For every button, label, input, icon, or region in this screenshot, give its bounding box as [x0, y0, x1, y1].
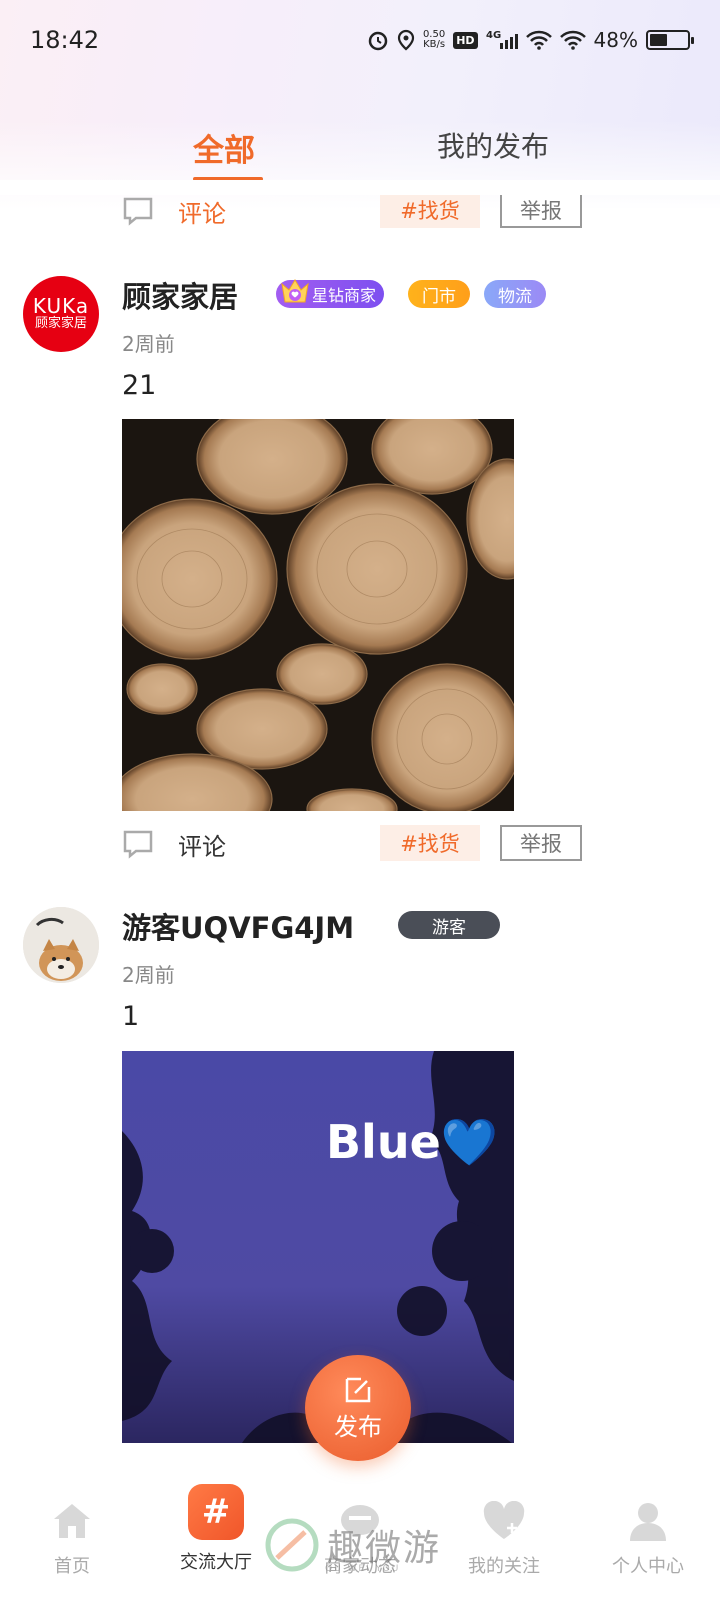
guest-badge: 游客 [398, 911, 500, 939]
username[interactable]: 游客UQVFG4JM [122, 905, 354, 947]
publish-label: 发布 [334, 1412, 382, 1441]
shiba-dog-avatar-image [23, 907, 99, 983]
nav-home[interactable]: 首页 [0, 1484, 144, 1600]
watermark-subtext: QU WEI YOU [325, 1564, 401, 1574]
watermark: 趣微游 QU WEI YOU [265, 1510, 441, 1580]
battery-icon [646, 30, 694, 50]
comment-label[interactable]: 评论 [178, 194, 226, 229]
alarm-icon [367, 29, 389, 51]
location-icon [397, 29, 415, 51]
wifi-icon [525, 30, 552, 50]
network-speed: 0.50 KB/s [423, 30, 445, 50]
nav-label: 个人中心 [612, 1556, 684, 1577]
comment-icon[interactable] [122, 829, 154, 859]
wifi-icon [559, 30, 586, 50]
username[interactable]: 顾家家居 [122, 274, 238, 316]
watermark-logo-icon [265, 1518, 319, 1572]
home-icon [49, 1498, 95, 1544]
avatar[interactable]: KUKa 顾家家居 [23, 276, 99, 352]
log-stack-image [122, 419, 514, 811]
tag-find-goods[interactable]: #找货 [380, 192, 480, 228]
crown-icon [281, 279, 309, 303]
post-image[interactable] [122, 419, 514, 811]
speed-unit: KB/s [423, 39, 446, 50]
star-merchant-badge: 星钻商家 [276, 279, 385, 308]
status-bar: 18:42 0.50 KB/s HD 4G 48% [0, 0, 720, 80]
publish-button[interactable]: 发布 [305, 1355, 411, 1461]
signal-icon: 4G [486, 29, 518, 51]
edit-icon [345, 1377, 371, 1402]
tab-all[interactable]: 全部 [193, 125, 255, 170]
heart-icon [481, 1498, 527, 1544]
tag-find-goods[interactable]: #找货 [380, 825, 480, 861]
nav-label: 我的关注 [468, 1556, 540, 1577]
post-text: 21 [122, 370, 157, 401]
avatar-brand-text: 顾家家居 [34, 316, 87, 331]
logistics-badge: 物流 [484, 280, 546, 308]
tab-mask [0, 180, 720, 195]
star-merchant-label: 星钻商家 [312, 286, 377, 305]
tab-my-posts[interactable]: 我的发布 [437, 125, 549, 165]
hash-icon: # [188, 1484, 244, 1540]
nav-my-follows[interactable]: 我的关注 [432, 1484, 576, 1600]
nav-label: 交流大厅 [180, 1552, 252, 1573]
feed-tabs: 全部 我的发布 [0, 115, 720, 185]
hd-indicator: HD [453, 31, 478, 49]
battery-level [650, 34, 668, 46]
report-button[interactable]: 举报 [500, 825, 582, 861]
user-icon [625, 1498, 671, 1544]
comment-icon[interactable] [122, 196, 154, 226]
report-button[interactable]: 举报 [500, 192, 582, 228]
avatar[interactable] [23, 907, 99, 983]
previous-post-actions: 评论 #找货 举报 [122, 192, 582, 232]
status-icons: 0.50 KB/s HD 4G 48% [367, 28, 694, 52]
store-badge: 门市 [408, 280, 470, 308]
nav-label: 首页 [54, 1556, 90, 1577]
post-text: 1 [122, 1001, 140, 1032]
post-actions: 评论 #找货 举报 [122, 825, 582, 865]
post-time: 2周前 [122, 963, 175, 987]
svg-text:4G: 4G [486, 30, 501, 41]
image-caption: Blue💙 [326, 1115, 499, 1169]
nav-profile[interactable]: 个人中心 [576, 1484, 720, 1600]
post-time: 2周前 [122, 332, 175, 356]
comment-label[interactable]: 评论 [178, 827, 226, 862]
avatar-logo-text: KUKa [32, 294, 90, 318]
status-time: 18:42 [30, 26, 100, 54]
battery-percent: 48% [593, 28, 638, 52]
post-feed[interactable]: 评论 #找货 举报 KUKa 顾家家居 顾家家居 星钻商家 门市 物流 2周前 … [0, 180, 720, 1480]
